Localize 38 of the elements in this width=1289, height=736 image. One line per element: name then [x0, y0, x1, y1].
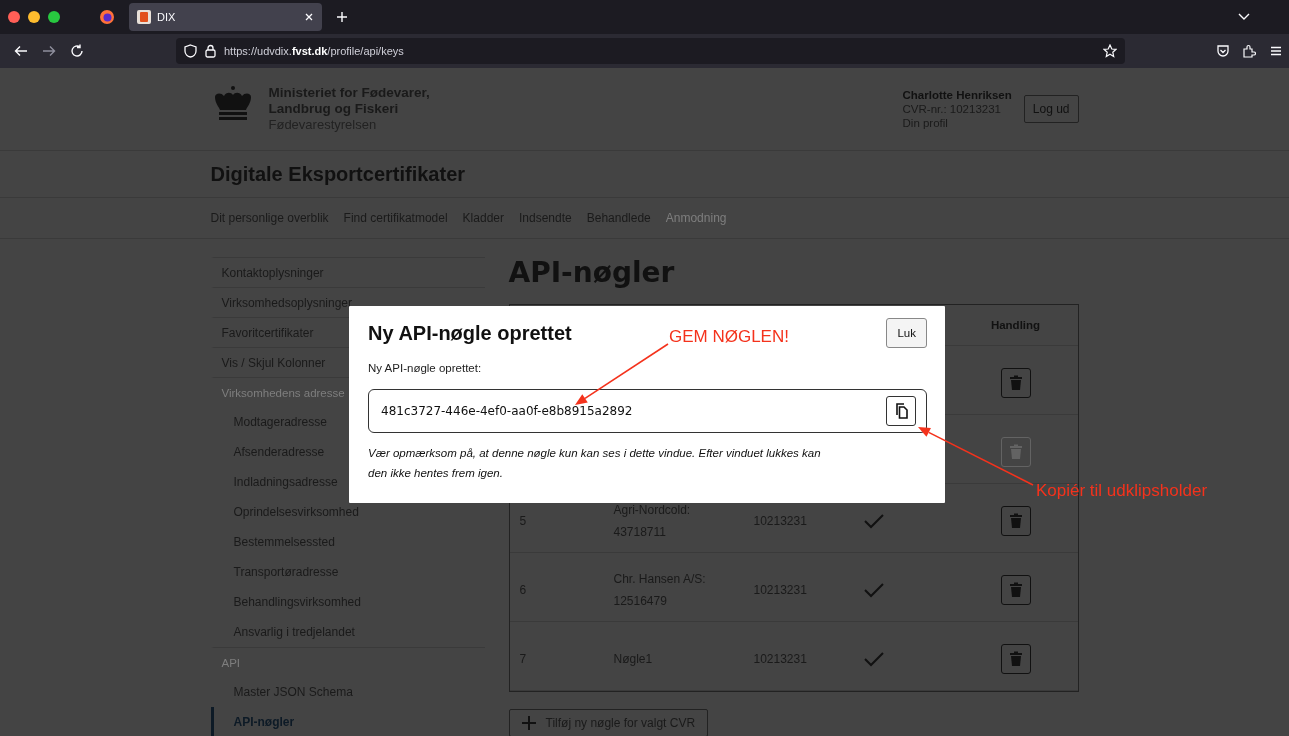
bookmark-star-icon[interactable] [1103, 44, 1117, 58]
lock-icon[interactable] [205, 44, 216, 58]
key-field[interactable]: 481c3727-446e-4ef0-aa0f-e8b8915a2892 [368, 389, 927, 433]
plus-icon [521, 716, 536, 730]
field-label: Ny API-nøgle oprettet: [368, 361, 483, 375]
site-favicon-icon [137, 10, 151, 24]
warning-note: Vær opmærksom på, at denne nøgle kun kan ses i dette vindue. Efter vinduet lukkes kan den ikke hentes frem igen. [368, 446, 822, 481]
menu-icon[interactable] [1270, 45, 1282, 57]
browser-logo-icon [99, 9, 115, 25]
address-bar[interactable]: https://udvdix.fvst.dk/profile/api/keys [176, 38, 1125, 64]
trash-icon [1008, 513, 1023, 529]
close-tab-icon[interactable] [304, 12, 314, 22]
url-text: https://udvdix.fvst.dk/profile/api/keys [224, 45, 405, 57]
extensions-icon[interactable] [1242, 44, 1256, 58]
tab-title: DIX [157, 11, 177, 23]
trash-icon [1008, 651, 1023, 667]
trash-icon [1008, 444, 1023, 460]
annotation-text: GEM NØGLEN! [669, 327, 789, 347]
maximize-window-icon[interactable] [48, 11, 60, 23]
close-window-icon[interactable] [8, 11, 20, 23]
browser-tab[interactable]: DIX [129, 3, 322, 31]
sidebar-item[interactable]: API-nøgler [210, 707, 485, 736]
new-tab-icon[interactable] [336, 11, 348, 23]
back-icon[interactable] [14, 44, 28, 58]
copy-button[interactable] [886, 396, 916, 426]
trash-icon [1008, 582, 1023, 598]
sidebar-heading: API [210, 647, 485, 677]
forward-icon[interactable] [42, 44, 56, 58]
tab-list-icon[interactable] [1238, 13, 1250, 21]
minimize-window-icon[interactable] [28, 11, 40, 23]
reload-icon[interactable] [70, 44, 84, 58]
close-button[interactable]: Luk [886, 318, 927, 348]
pocket-icon[interactable] [1216, 44, 1230, 58]
shield-icon[interactable] [184, 44, 197, 58]
annotation-text: Kopiér til udklipsholder [1036, 481, 1208, 501]
key-field-input[interactable]: 481c3727-446e-4ef0-aa0f-e8b8915a2892 [381, 404, 878, 418]
copy-icon [894, 403, 908, 419]
trash-icon [1008, 375, 1023, 391]
